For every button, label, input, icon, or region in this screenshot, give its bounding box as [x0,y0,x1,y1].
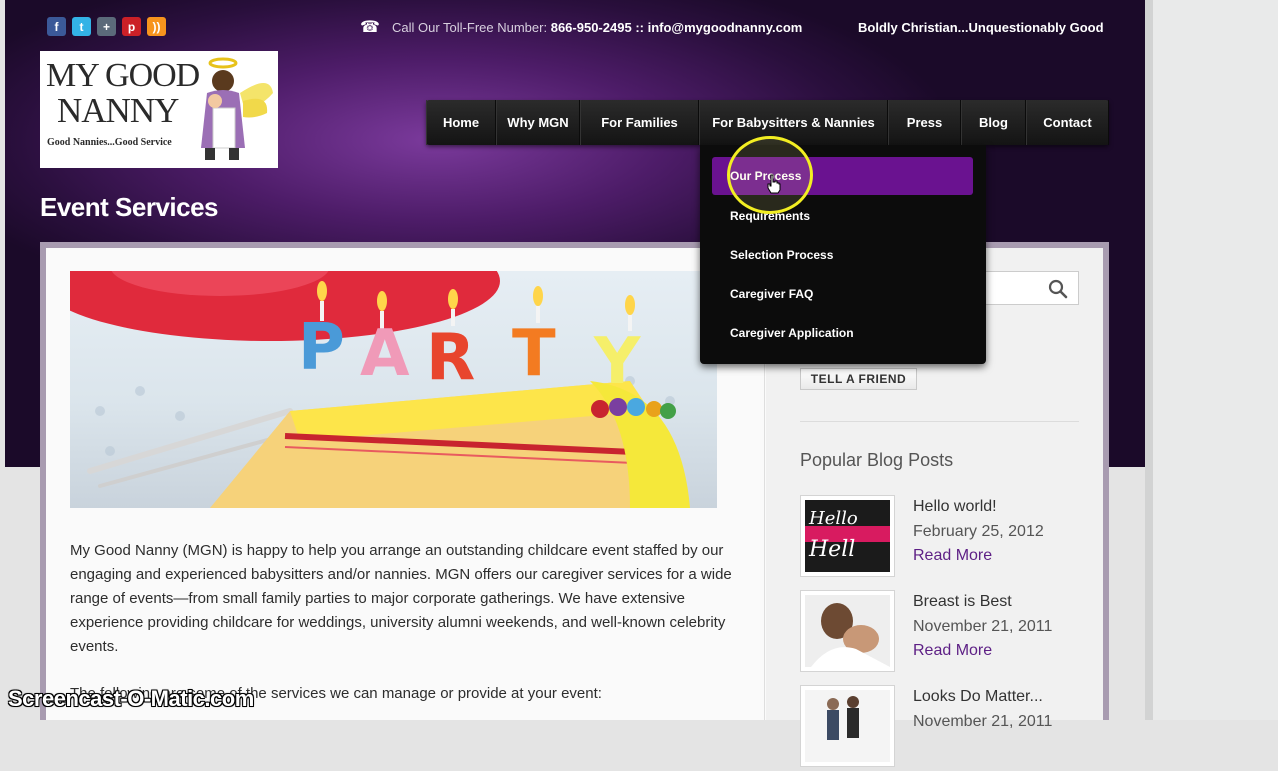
page-title: Event Services [40,192,219,222]
search-icon[interactable] [1048,279,1068,299]
hero-letter-r: R [426,321,475,395]
pinterest-icon[interactable]: p [122,17,141,36]
people-image [805,690,890,762]
tagline: Boldly Christian...Unquestionably Good [858,20,1104,35]
angel-nanny-icon [201,57,273,160]
svg-text:Hell: Hell [808,537,855,562]
hero-letter-p: P [298,311,345,385]
rss-icon[interactable]: )) [147,17,166,36]
post-date: February 25, 2012 [913,523,1044,540]
intro-paragraph: My Good Nanny (MGN) is happy to help you… [70,542,732,655]
top-bar: f t + p )) ☎ Call Our Toll-Free Number: … [5,0,1145,52]
site-logo[interactable]: MY GOOD NANNY Good Nannies...Good Servic… [40,51,278,168]
post-title[interactable]: Hello world! [913,498,997,516]
nav-for-families[interactable]: For Families [580,100,699,145]
nav-press[interactable]: Press [888,100,961,145]
hero-letter-y: Y [593,325,641,399]
party-cake-illustration: P A R T Y [70,271,690,508]
logo-line1: MY GOOD [46,57,200,94]
sidebar-separator [800,421,1079,422]
post-thumbnail[interactable] [800,685,895,767]
phone-icon: ☎ [360,19,380,36]
nav-for-babysitters[interactable]: For Babysitters & Nannies [699,100,888,145]
hero-letter-t: T [512,317,556,391]
mother-baby-image [805,595,890,667]
logo-line2: NANNY [57,91,179,130]
contact-prefix: Call Our Toll-Free Number: [392,20,548,35]
hello-script-image: Hello Hell [805,500,890,572]
right-background [1145,0,1278,720]
read-more-link[interactable]: Read More [913,547,992,565]
read-more-link[interactable]: Read More [913,642,992,660]
post-thumbnail[interactable]: Hello Hell [800,495,895,577]
dropdown-selection-process[interactable]: Selection Process [730,248,833,262]
nav-blog[interactable]: Blog [961,100,1026,145]
dropdown-caregiver-faq[interactable]: Caregiver FAQ [730,287,813,301]
popular-posts-heading: Popular Blog Posts [800,450,954,470]
hero-image: P A R T Y [70,271,717,508]
twitter-icon[interactable]: t [72,17,91,36]
nav-home[interactable]: Home [426,100,496,145]
screencast-watermark: Screencast-O-Matic.com [8,686,254,711]
post-title[interactable]: Looks Do Matter... [913,688,1043,706]
social-links: f t + p )) [47,17,166,36]
contact-line: Call Our Toll-Free Number: 866-950-2495 … [392,20,802,35]
post-date: November 21, 2011 [913,618,1053,635]
logo-slogan: Good Nannies...Good Service [47,137,172,148]
nav-why-mgn[interactable]: Why MGN [496,100,580,145]
svg-text:Hello: Hello [808,508,858,529]
tell-a-friend-button[interactable]: TELL A FRIEND [800,368,917,390]
nav-contact[interactable]: Contact [1026,100,1109,145]
hero-letter-a: A [360,317,410,391]
contact-separator: :: [635,20,644,35]
post-date: November 21, 2011 [913,713,1053,730]
post-thumbnail[interactable] [800,590,895,672]
email-link[interactable]: info@mygoodnanny.com [648,20,803,35]
phone-number: 866-950-2495 [550,20,632,35]
hand-cursor-icon [767,174,781,194]
facebook-icon[interactable]: f [47,17,66,36]
post-title[interactable]: Breast is Best [913,593,1012,611]
dropdown-caregiver-application[interactable]: Caregiver Application [730,326,854,340]
google-plus-icon[interactable]: + [97,17,116,36]
